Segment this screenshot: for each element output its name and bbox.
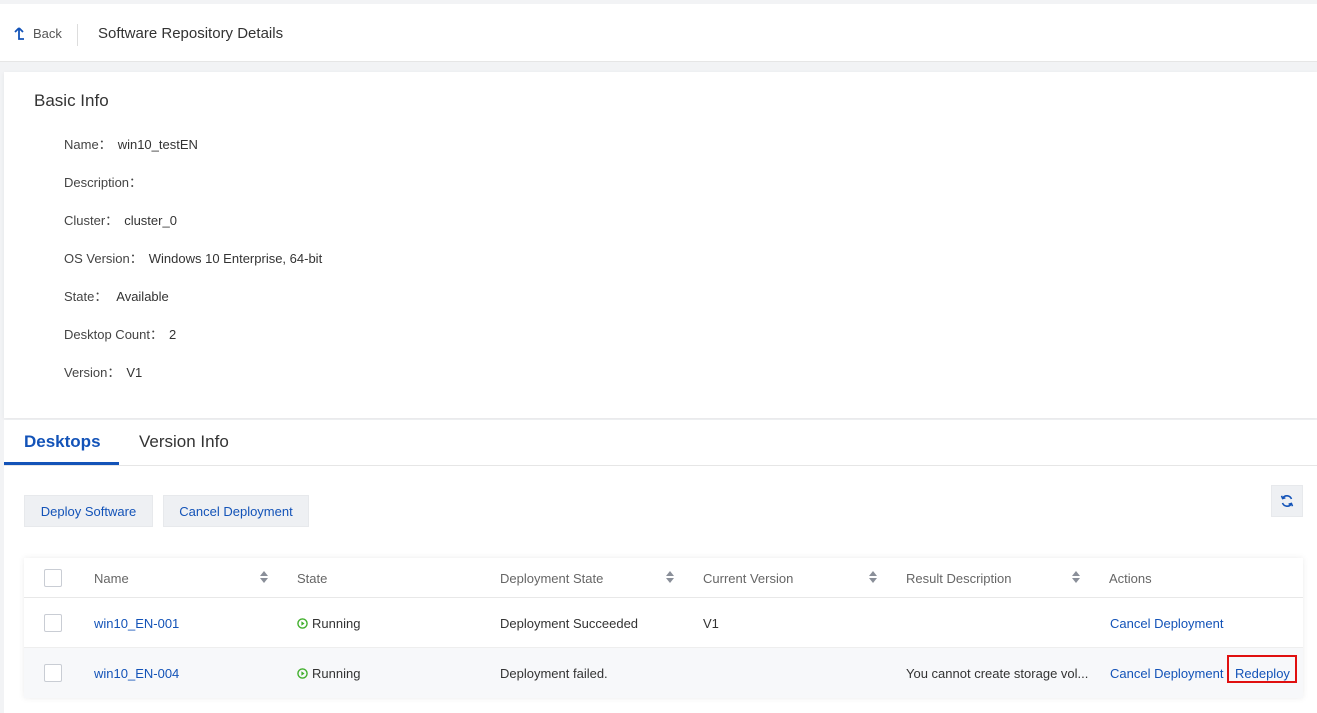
info-label: Name： xyxy=(64,137,112,152)
column-header-result-description: Result Description xyxy=(906,571,1012,586)
column-header-actions: Actions xyxy=(1109,571,1152,586)
desktop-name-link[interactable]: win10_EN-001 xyxy=(94,616,179,631)
info-label: Version： xyxy=(64,365,121,380)
state-text: Running xyxy=(312,666,361,681)
column-header-name: Name xyxy=(94,571,129,586)
running-icon xyxy=(297,618,308,629)
cancel-deployment-link[interactable]: Cancel Deployment xyxy=(1110,616,1223,631)
active-tab-indicator xyxy=(4,462,119,465)
info-desktop-count: Desktop Count： 2 xyxy=(64,324,176,343)
select-all-checkbox[interactable] xyxy=(44,569,62,587)
state-text: Running xyxy=(312,616,361,631)
info-state: State： Available xyxy=(64,286,169,305)
running-icon xyxy=(297,668,308,679)
refresh-icon xyxy=(1280,495,1294,507)
info-os-version: OS Version： Windows 10 Enterprise, 64-bit xyxy=(64,248,322,267)
page-title: Software Repository Details xyxy=(98,25,284,42)
current-version-cell: V1 xyxy=(703,616,719,631)
basic-info-panel: Basic Info Name： win10_testEN Description… xyxy=(4,72,1317,418)
deploy-software-button[interactable]: Deploy Software xyxy=(24,495,153,527)
column-header-state: State xyxy=(297,571,328,586)
desktops-section: Desktops Version Info Deploy Software Ca… xyxy=(4,420,1317,713)
info-value: cluster_0 xyxy=(124,213,177,228)
table-row: win10_EN-004 Running Deployment failed. … xyxy=(24,648,1303,698)
cancel-deployment-link[interactable]: Cancel Deployment xyxy=(1110,666,1223,681)
row-checkbox[interactable] xyxy=(44,664,62,682)
info-version: Version： V1 xyxy=(64,362,142,381)
info-value: Available xyxy=(113,289,169,304)
back-button[interactable]: Back xyxy=(13,26,62,41)
info-value: Windows 10 Enterprise, 64-bit xyxy=(148,251,323,266)
desktop-name-link[interactable]: win10_EN-004 xyxy=(94,666,179,681)
result-description-cell: You cannot create storage vol... xyxy=(906,666,1089,681)
back-arrow-icon xyxy=(14,26,24,40)
sort-icon[interactable] xyxy=(259,570,269,584)
column-header-deployment-state: Deployment State xyxy=(500,571,604,586)
top-bar: Back Software Repository Details xyxy=(0,4,1317,62)
deployment-state-cell: Deployment failed. xyxy=(500,666,608,681)
info-label: Desktop Count： xyxy=(64,327,163,342)
table-header: Name State Deployment State Current Vers… xyxy=(24,558,1303,598)
redeploy-link[interactable]: Redeploy xyxy=(1235,666,1290,681)
sort-icon[interactable] xyxy=(665,570,675,584)
state-cell: Running xyxy=(297,616,360,631)
cancel-deployment-button[interactable]: Cancel Deployment xyxy=(163,495,309,527)
info-name: Name： win10_testEN xyxy=(64,134,198,153)
desktops-table: Name State Deployment State Current Vers… xyxy=(24,558,1303,698)
row-checkbox[interactable] xyxy=(44,614,62,632)
table-row: win10_EN-001 Running Deployment Succeede… xyxy=(24,598,1303,648)
info-label: State： xyxy=(64,289,108,304)
state-cell: Running xyxy=(297,666,360,681)
info-value: 2 xyxy=(169,327,177,342)
basic-info-title: Basic Info xyxy=(34,91,109,110)
info-description: Description： xyxy=(64,172,148,191)
header-divider xyxy=(77,24,78,46)
sort-icon[interactable] xyxy=(868,570,878,584)
info-label: Cluster： xyxy=(64,213,119,228)
tab-desktops[interactable]: Desktops xyxy=(24,432,101,452)
column-header-current-version: Current Version xyxy=(703,571,794,586)
info-value: V1 xyxy=(126,365,143,380)
info-label: OS Version： xyxy=(64,251,143,266)
tab-bar: Desktops Version Info xyxy=(4,420,1317,466)
info-value: win10_testEN xyxy=(117,137,198,152)
info-cluster: Cluster： cluster_0 xyxy=(64,210,177,229)
sort-icon[interactable] xyxy=(1071,570,1081,584)
back-label: Back xyxy=(33,26,62,41)
tab-version-info[interactable]: Version Info xyxy=(139,432,229,452)
deployment-state-cell: Deployment Succeeded xyxy=(500,616,639,631)
refresh-button[interactable] xyxy=(1271,485,1303,517)
info-label: Description： xyxy=(64,175,143,190)
